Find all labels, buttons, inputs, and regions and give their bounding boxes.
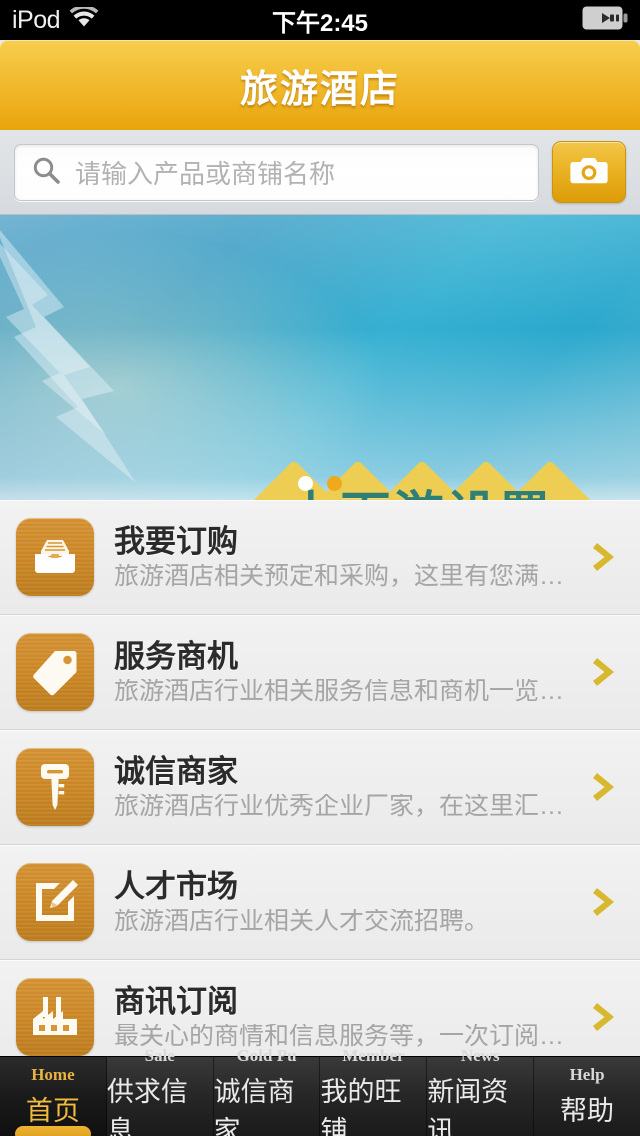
chevron-right-icon[interactable] xyxy=(586,999,624,1035)
app-root: iPod 下午2:45 旅游酒店 请输入产品或商铺名称 我要订购 旅游酒店相关预… xyxy=(0,0,640,1136)
list-item[interactable]: 我要订购 旅游酒店相关预定和采购，这里有您满意… xyxy=(0,500,640,615)
tab-news-en: News xyxy=(460,1045,500,1065)
tab-help-cn: 帮助 xyxy=(560,1096,615,1126)
list-item-title: 商讯订阅 xyxy=(114,983,238,1019)
list-item-subtitle: 旅游酒店行业优秀企业厂家，在这里汇聚。 xyxy=(114,793,566,819)
list-item-title: 我要订购 xyxy=(114,523,238,559)
tab-home-en: Home xyxy=(31,1065,75,1084)
inbox-icon xyxy=(16,518,94,596)
list-item[interactable]: 人才市场 旅游酒店行业相关人才交流招聘。 xyxy=(0,845,640,960)
tab-gold-pu-cn: 诚信商家 xyxy=(213,1076,295,1136)
chevron-right-icon[interactable] xyxy=(586,769,624,805)
tab-help-en: Help xyxy=(569,1065,605,1084)
list-item-text: 商讯订阅 最关心的商情和信息服务等，一次订阅，… xyxy=(114,986,566,1049)
list-item-subtitle: 旅游酒店相关预定和采购，这里有您满意… xyxy=(114,563,566,589)
list-item-text: 我要订购 旅游酒店相关预定和采购，这里有您满意… xyxy=(114,526,566,589)
page-title: 旅游酒店 xyxy=(239,68,400,111)
list-item-title: 服务商机 xyxy=(114,638,238,674)
chevron-right-icon[interactable] xyxy=(586,884,624,920)
tab-news-cn: 新闻资讯 xyxy=(427,1076,509,1136)
list-item-text: 服务商机 旅游酒店行业相关服务信息和商机一览无… xyxy=(114,641,566,704)
camera-search-button[interactable] xyxy=(552,141,626,203)
banner-pager xyxy=(0,476,640,491)
tab-news[interactable]: News 新闻资讯 xyxy=(427,1046,535,1136)
carrier-label: iPod xyxy=(12,5,61,34)
pager-dot-1[interactable] xyxy=(298,476,313,491)
tab-home-cn: 首页 xyxy=(25,1096,80,1126)
status-bar: iPod 下午2:45 xyxy=(0,0,640,40)
status-bar-left: iPod xyxy=(12,4,99,35)
list-item-title: 诚信商家 xyxy=(114,753,238,789)
search-placeholder: 请输入产品或商铺名称 xyxy=(75,158,336,189)
list-item[interactable]: 诚信商家 旅游酒店行业优秀企业厂家，在这里汇聚。 xyxy=(0,730,640,845)
tab-sale[interactable]: Sale 供求信息 xyxy=(106,1046,214,1136)
bottom-tab-bar: Home 首页 Sale 供求信息 Gold Pu 诚信商家 Member 我的… xyxy=(0,1046,640,1136)
menu-list: 我要订购 旅游酒店相关预定和采购，这里有您满意… 服务商机 旅游酒店行业相关服务… xyxy=(0,500,640,1056)
tab-member[interactable]: Member 我的旺铺 xyxy=(320,1046,428,1136)
pager-dot-2[interactable] xyxy=(327,476,342,491)
edit-icon xyxy=(16,863,94,941)
list-item-subtitle: 旅游酒店行业相关人才交流招聘。 xyxy=(114,908,490,934)
tab-help[interactable]: Help 帮助 xyxy=(534,1057,640,1136)
tab-member-en: Member xyxy=(342,1045,405,1065)
tab-sale-cn: 供求信息 xyxy=(106,1076,188,1136)
list-item[interactable]: 商讯订阅 最关心的商情和信息服务等，一次订阅，… xyxy=(0,960,640,1056)
search-bar: 请输入产品或商铺名称 xyxy=(0,130,640,215)
chevron-right-icon[interactable] xyxy=(586,654,624,690)
tab-home[interactable]: Home 首页 xyxy=(0,1057,107,1136)
list-item-text: 人才市场 旅游酒店行业相关人才交流招聘。 xyxy=(114,871,566,934)
tag-icon xyxy=(16,633,94,711)
list-item[interactable]: 服务商机 旅游酒店行业相关服务信息和商机一览无… xyxy=(0,615,640,730)
factory-icon xyxy=(16,978,94,1056)
wifi-icon xyxy=(69,4,99,34)
banner-overlay xyxy=(0,215,640,500)
chevron-right-icon[interactable] xyxy=(586,539,624,575)
list-item-title: 人才市场 xyxy=(114,868,238,904)
list-item-text: 诚信商家 旅游酒店行业优秀企业厂家，在这里汇聚。 xyxy=(114,756,566,819)
battery-charging-icon xyxy=(582,6,628,35)
tab-gold-pu[interactable]: Gold Pu 诚信商家 xyxy=(213,1046,321,1136)
camera-icon xyxy=(569,154,609,191)
tab-member-cn: 我的旺铺 xyxy=(320,1076,402,1136)
search-input[interactable]: 请输入产品或商铺名称 xyxy=(14,143,539,201)
tab-active-indicator xyxy=(14,1126,92,1136)
search-icon xyxy=(31,155,61,190)
status-bar-right xyxy=(582,6,628,35)
key-icon xyxy=(16,748,94,826)
app-header: 旅游酒店 xyxy=(0,40,640,130)
tab-sale-en: Sale xyxy=(144,1045,175,1065)
list-item-subtitle: 旅游酒店行业相关服务信息和商机一览无… xyxy=(114,678,566,704)
tab-gold-pu-en: Gold Pu xyxy=(236,1045,297,1065)
promo-banner[interactable]: 上下游设置 此功能主要用于帮助会员明确划分自身所需采购的产品行业（上游）和自己产… xyxy=(0,215,640,500)
